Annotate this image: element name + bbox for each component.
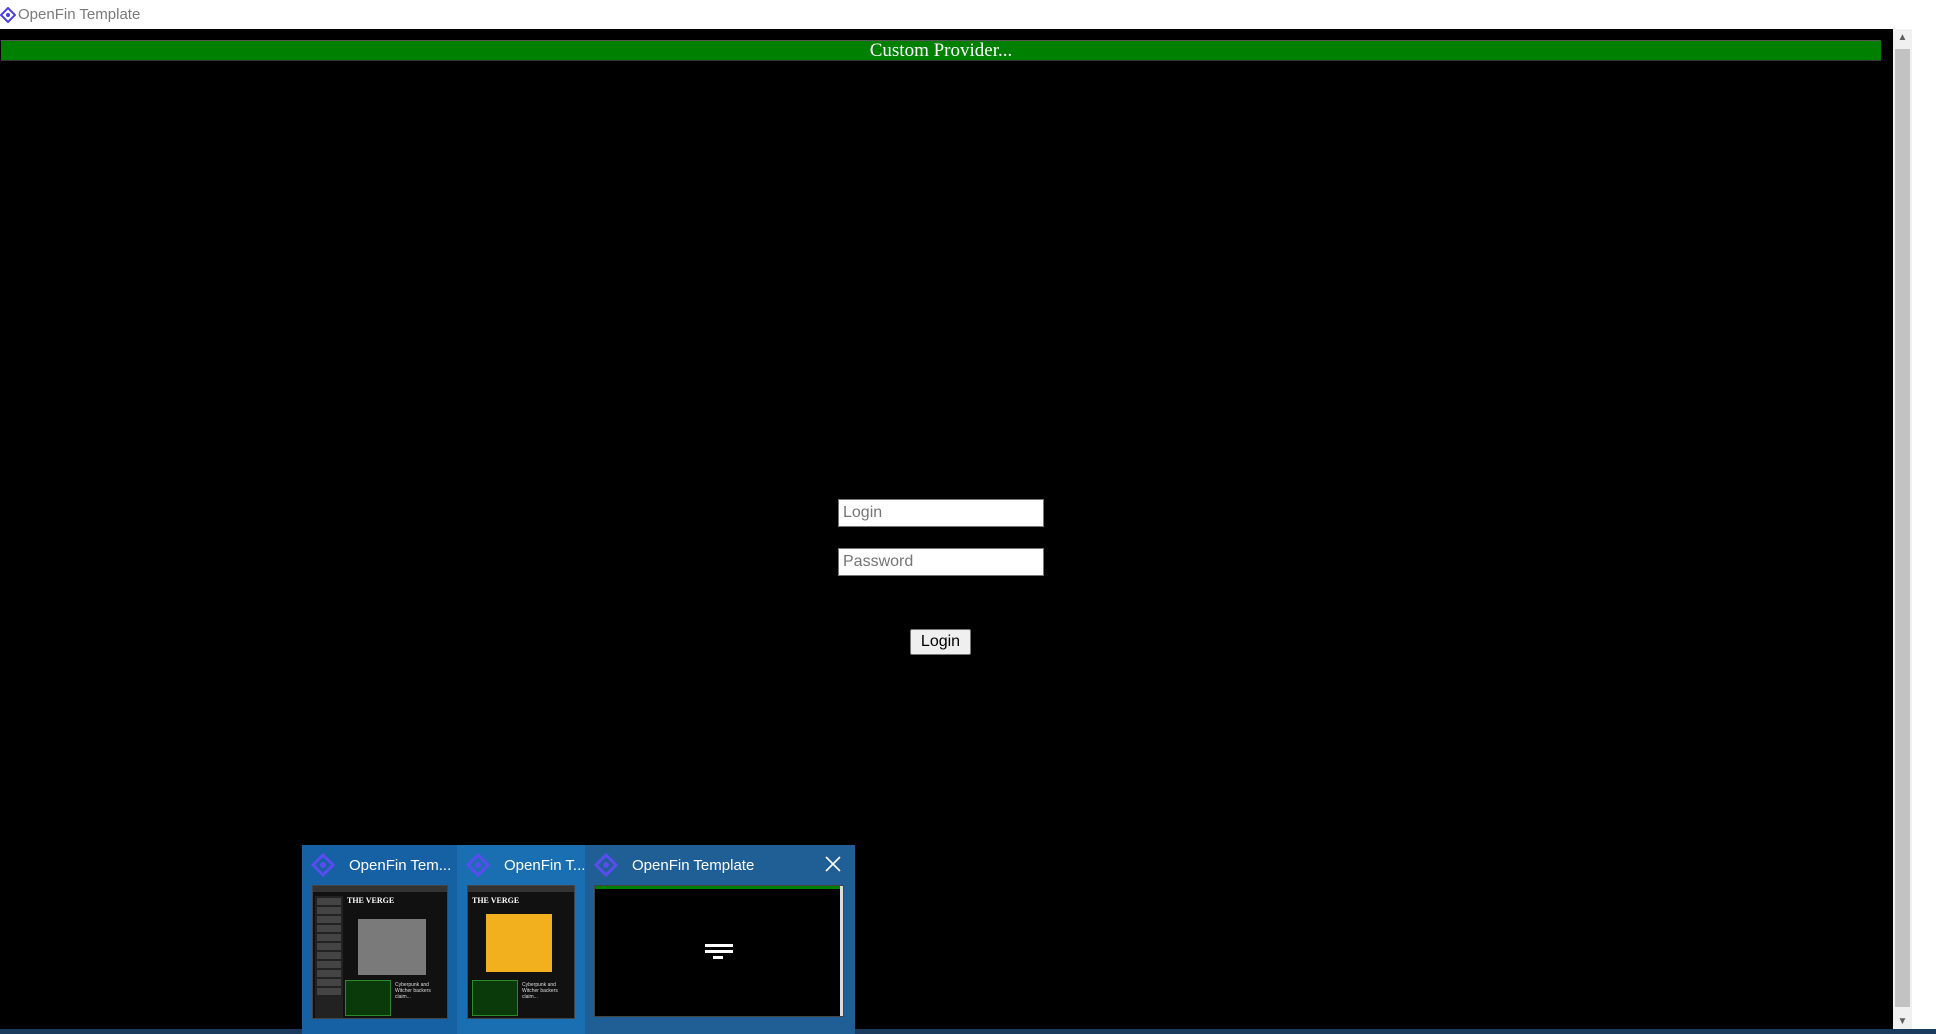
window-title: OpenFin Template bbox=[18, 6, 141, 23]
taskbar-preview-group: OpenFin Tem... THE VERGE Cyberpunk and W… bbox=[302, 845, 855, 1034]
preview-thumbnail bbox=[594, 885, 844, 1017]
preview-header: OpenFin T... bbox=[457, 845, 585, 885]
taskbar-preview-2[interactable]: OpenFin T... THE VERGE Cyberpunk and Wit… bbox=[457, 845, 585, 1034]
taskbar-preview-3[interactable]: OpenFin Template bbox=[585, 845, 855, 1034]
preview-header: OpenFin Template bbox=[585, 845, 855, 885]
openfin-logo-icon bbox=[593, 852, 619, 878]
close-icon[interactable] bbox=[823, 855, 843, 875]
window-titlebar: OpenFin Template bbox=[0, 0, 1936, 29]
taskbar bbox=[0, 1029, 1936, 1034]
password-input[interactable] bbox=[838, 548, 1044, 576]
openfin-logo-icon bbox=[310, 852, 336, 878]
scroll-up-icon[interactable]: ▲ bbox=[1893, 29, 1912, 47]
provider-banner: Custom Provider... bbox=[1, 40, 1881, 61]
scrollbar-thumb[interactable] bbox=[1895, 49, 1910, 1007]
window-edge bbox=[1912, 29, 1936, 1034]
taskbar-preview-1[interactable]: OpenFin Tem... THE VERGE Cyberpunk and W… bbox=[302, 845, 457, 1034]
preview-header: OpenFin Tem... bbox=[302, 845, 457, 885]
openfin-logo-icon bbox=[0, 6, 17, 23]
preview-label: OpenFin Tem... bbox=[349, 856, 452, 874]
openfin-logo-icon bbox=[465, 852, 491, 878]
preview-label: OpenFin T... bbox=[504, 856, 586, 874]
login-input[interactable] bbox=[838, 499, 1044, 527]
login-button[interactable]: Login bbox=[910, 629, 971, 655]
page-content: Custom Provider... Login bbox=[0, 29, 1893, 1034]
preview-label: OpenFin Template bbox=[632, 856, 755, 874]
preview-thumbnail: THE VERGE Cyberpunk and Witcher backers … bbox=[467, 885, 575, 1019]
preview-thumbnail: THE VERGE Cyberpunk and Witcher backers … bbox=[312, 885, 448, 1019]
vertical-scrollbar[interactable]: ▲ ▼ bbox=[1893, 29, 1912, 1031]
